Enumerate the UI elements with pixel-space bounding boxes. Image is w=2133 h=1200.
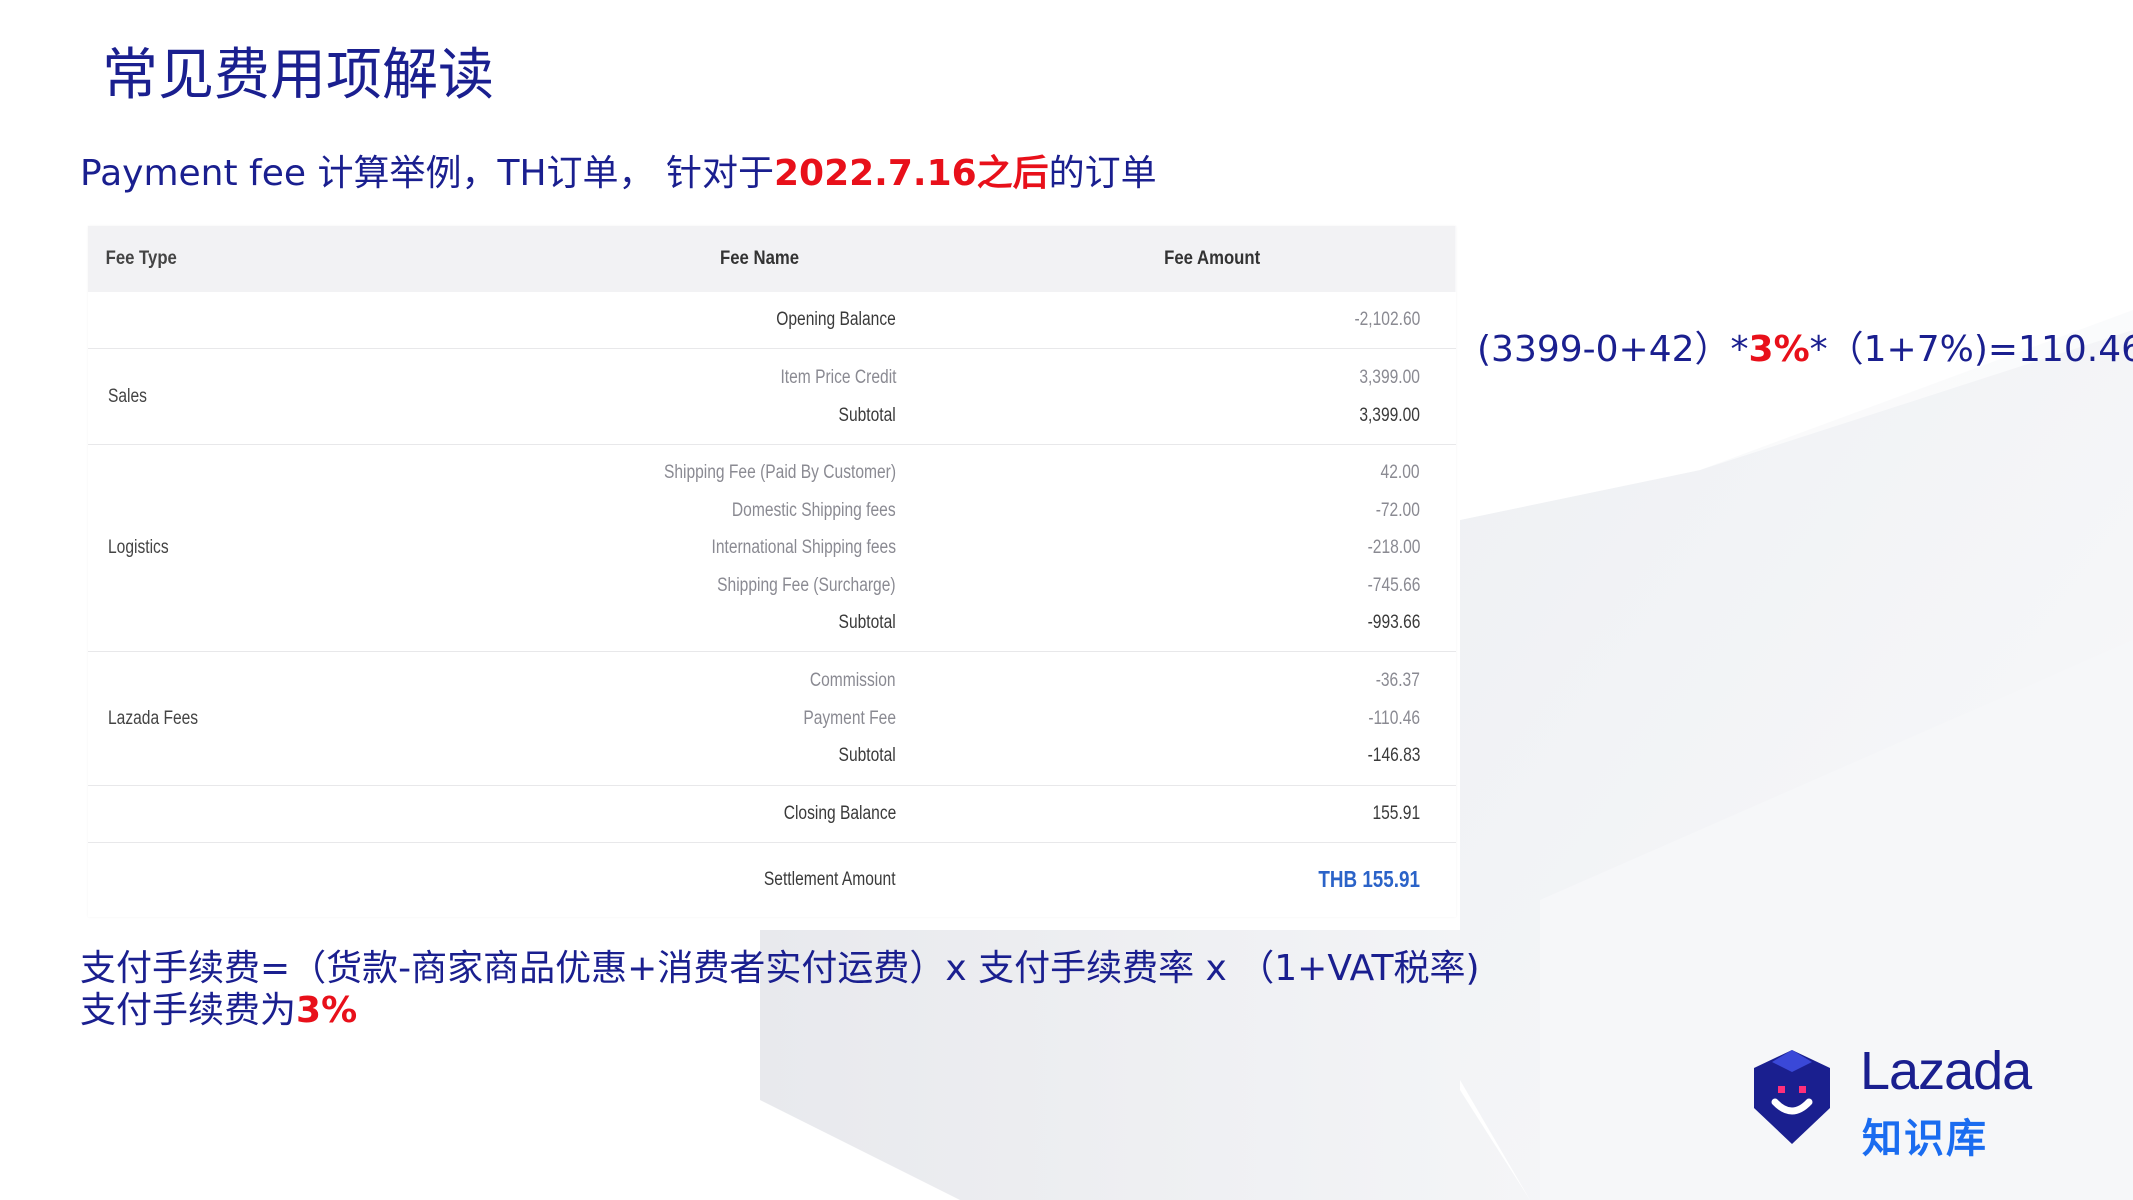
payment-fee-definition: 支付手续费=（货款-商家商品优惠+消费者实付运费）x 支付手续费率 x （1+V… <box>80 948 1480 1032</box>
fee-amount-cell: -745.66 <box>1367 574 1420 596</box>
table-row: Opening Balance -2,102.60 <box>88 292 1456 349</box>
subtitle-date-highlight: 2022.7.16之后 <box>773 153 1049 194</box>
fee-name-cell: Closing Balance <box>783 803 896 825</box>
table-header: Fee Type Fee Name Fee Amount <box>88 226 1456 292</box>
fee-amount-cell: 155.91 <box>1372 803 1420 825</box>
fee-name-cell: Domestic Shipping fees <box>732 499 896 521</box>
lazada-knowledge-logo: Lazada 知识库 <box>1742 1040 2042 1162</box>
fee-name-cell: Payment Fee <box>803 707 896 729</box>
fee-name-cell: Shipping Fee (Surcharge) <box>717 574 896 596</box>
fee-name-cell: Subtotal <box>838 745 896 767</box>
subtitle-prefix: Payment fee 计算举例，TH订单， 针对于 <box>80 153 774 194</box>
fee-amount-cell: -36.37 <box>1375 670 1420 692</box>
fee-amount-cell: 42.00 <box>1381 462 1420 484</box>
settlement-amount-value: THB 155.91 <box>1318 866 1420 893</box>
fee-table: Fee Type Fee Name Fee Amount Opening Bal… <box>88 226 1456 917</box>
definition-rate-label: 支付手续费为 <box>80 990 297 1031</box>
fee-type-cell: Lazada Fees <box>108 707 199 729</box>
fee-name-cell: Subtotal <box>838 404 896 426</box>
fee-amount-cell: -993.66 <box>1367 612 1420 634</box>
fee-amount-cell: -110.46 <box>1368 707 1420 729</box>
table-row: Closing Balance 155.91 <box>88 786 1456 843</box>
fee-name-cell: Commission <box>810 670 896 692</box>
lazada-heart-icon <box>1754 1050 1830 1144</box>
fee-amount-cell: -2,102.60 <box>1354 309 1420 331</box>
fee-name-cell: Shipping Fee (Paid By Customer) <box>663 462 896 484</box>
logo-subtitle: 知识库 <box>1862 1116 1988 1162</box>
header-fee-name: Fee Name <box>720 248 800 269</box>
fee-amount-cell: 3,399.00 <box>1359 404 1420 426</box>
fee-name-cell: Item Price Credit <box>779 367 896 388</box>
definition-line-2: 支付手续费为3% <box>80 990 1480 1032</box>
fee-name-cell: International Shipping fees <box>711 537 897 559</box>
definition-line-1: 支付手续费=（货款-商家商品优惠+消费者实付运费）x 支付手续费率 x （1+V… <box>80 948 1480 989</box>
definition-rate-value: 3% <box>296 990 358 1031</box>
table-row: Logistics Shipping Fee (Paid By Customer… <box>88 445 1456 652</box>
slide-title: 常见费用项解读 <box>102 43 494 108</box>
fee-type-cell: Logistics <box>108 537 169 558</box>
subtitle: Payment fee 计算举例，TH订单， 针对于2022.7.16之后的订单 <box>80 144 1157 196</box>
formula-part-2: *（1+7%)=110.46 <box>1809 329 2133 370</box>
fee-amount-cell: -218.00 <box>1367 537 1420 559</box>
fee-amount-cell: -146.83 <box>1367 745 1420 767</box>
subtitle-suffix: 的订单 <box>1048 153 1157 194</box>
fee-name-cell: Opening Balance <box>776 309 896 331</box>
formula-part-1: (3399-0+42）* <box>1477 329 1749 370</box>
logo-name: Lazada <box>1860 1041 2032 1101</box>
fee-amount-cell: 3,399.00 <box>1359 367 1420 388</box>
header-fee-type: Fee Type <box>105 248 177 269</box>
fee-type-cell: Sales <box>108 385 147 407</box>
fee-name-cell: Subtotal <box>838 612 896 634</box>
header-fee-amount: Fee Amount <box>1164 248 1261 269</box>
formula-rate: 3% <box>1748 329 1810 370</box>
table-row-settlement: Settlement Amount THB 155.91 <box>88 843 1456 917</box>
table-row: Sales Item Price Credit Subtotal 3,399.0… <box>88 349 1456 445</box>
table-row: Lazada Fees Commission Payment Fee Subto… <box>88 652 1456 786</box>
fee-amount-cell: -72.00 <box>1375 499 1420 521</box>
payment-fee-formula-example: (3399-0+42）*3%*（1+7%)=110.46 <box>1477 320 2133 372</box>
fee-name-cell: Settlement Amount <box>764 869 896 891</box>
